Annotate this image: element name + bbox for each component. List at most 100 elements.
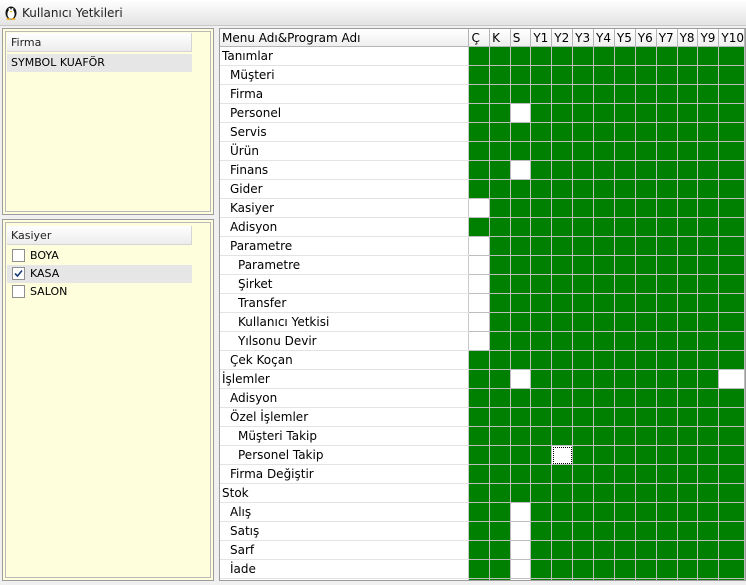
grid-row[interactable]: Kasiyer [220,198,745,218]
permission-cell[interactable] [551,217,574,237]
permission-cell[interactable] [551,179,574,199]
permission-cell[interactable] [697,255,720,275]
permission-cell[interactable] [489,483,511,503]
permission-cell[interactable] [510,540,532,560]
permission-cell[interactable] [551,141,574,161]
permission-cell[interactable] [677,426,699,446]
permission-cell[interactable] [614,540,636,560]
permission-cell[interactable] [510,236,532,256]
permission-cell[interactable] [510,483,532,503]
permission-cell[interactable] [614,274,636,294]
permission-cell[interactable] [718,388,745,408]
permission-cell[interactable] [614,198,636,218]
permission-cell[interactable] [530,483,553,503]
permission-cell[interactable] [656,312,678,332]
permission-cell[interactable] [572,350,595,370]
permission-cell[interactable] [530,198,553,218]
permission-cell[interactable] [551,293,574,313]
permission-cell[interactable] [593,46,615,66]
permission-cell[interactable] [635,236,657,256]
permission-cell[interactable] [656,502,678,522]
permission-cell[interactable] [718,84,745,104]
permission-cell[interactable] [656,483,678,503]
permission-cell[interactable] [635,407,657,427]
permission-cell[interactable] [593,445,615,465]
permission-cell[interactable] [468,255,491,275]
permission-cell[interactable] [697,312,720,332]
permission-cell[interactable] [697,521,720,541]
permission-cell[interactable] [677,502,699,522]
grid-row[interactable]: Finans [220,160,745,180]
permission-cell[interactable] [510,255,532,275]
permission-cell[interactable] [489,274,511,294]
grid-row[interactable]: Satış [220,521,745,541]
permission-cell[interactable] [572,236,595,256]
permission-cell[interactable] [551,274,574,294]
permission-cell[interactable] [593,578,615,580]
permission-cell[interactable] [551,426,574,446]
permission-cell[interactable] [489,388,511,408]
permission-cell[interactable] [572,578,595,580]
permission-cell[interactable] [656,179,678,199]
permission-cell[interactable] [468,179,491,199]
permission-cell[interactable] [593,464,615,484]
kasiyer-item-salon[interactable]: SALON [7,283,192,301]
permission-cell[interactable] [510,521,532,541]
permission-cell[interactable] [635,540,657,560]
permission-cell[interactable] [572,426,595,446]
permission-cell[interactable] [489,312,511,332]
grid-row[interactable]: Adisyon [220,388,745,408]
permission-cell[interactable] [656,464,678,484]
permission-cell[interactable] [551,84,574,104]
permission-cell[interactable] [677,540,699,560]
permission-cell[interactable] [593,274,615,294]
permissions-grid[interactable]: Menu Adı&Program Adı Ç K S Y1 Y2 Y3 Y4 Y5 Y6 Y7 Y8… [219,28,746,581]
permission-cell[interactable] [468,483,491,503]
permission-cell[interactable] [718,141,745,161]
permission-cell[interactable] [530,160,553,180]
permission-column-header[interactable]: Y7 [656,29,678,47]
grid-row[interactable]: Transfer [220,293,745,313]
permission-cell[interactable] [468,141,491,161]
permission-cell[interactable] [718,160,745,180]
permission-cell[interactable] [593,350,615,370]
permission-cell[interactable] [635,217,657,237]
permission-cell[interactable] [551,540,574,560]
permission-cell[interactable] [677,84,699,104]
permission-cell[interactable] [468,198,491,218]
permission-cell[interactable] [468,236,491,256]
permission-column-header[interactable]: Ç [468,29,491,47]
permission-cell[interactable] [572,388,595,408]
permission-cell[interactable] [677,103,699,123]
permission-cell[interactable] [656,293,678,313]
permission-cell[interactable] [551,559,574,579]
permission-cell[interactable] [718,331,745,351]
permission-cell[interactable] [593,388,615,408]
grid-row[interactable]: Stok [220,483,745,503]
permission-cell[interactable] [697,179,720,199]
permission-cell[interactable] [614,141,636,161]
permission-cell[interactable] [551,521,574,541]
permission-cell[interactable] [468,502,491,522]
permission-cell[interactable] [572,521,595,541]
permission-cell[interactable] [718,521,745,541]
permission-cell[interactable] [697,122,720,142]
permission-cell[interactable] [656,46,678,66]
permission-cell[interactable] [656,65,678,85]
permission-cell[interactable] [572,312,595,332]
permission-cell[interactable] [551,122,574,142]
checkbox-salon[interactable] [12,284,25,298]
permission-cell[interactable] [572,179,595,199]
permission-cell[interactable] [614,426,636,446]
permission-cell[interactable] [551,103,574,123]
permission-cell[interactable] [572,122,595,142]
permission-cell[interactable] [718,502,745,522]
permission-cell[interactable] [551,312,574,332]
permission-cell[interactable] [551,46,574,66]
permission-cell[interactable] [530,103,553,123]
permission-cell[interactable] [468,84,491,104]
permission-cell[interactable] [635,179,657,199]
permission-column-header[interactable]: Y9 [697,29,720,47]
permission-cell[interactable] [489,350,511,370]
permission-cell[interactable] [468,122,491,142]
